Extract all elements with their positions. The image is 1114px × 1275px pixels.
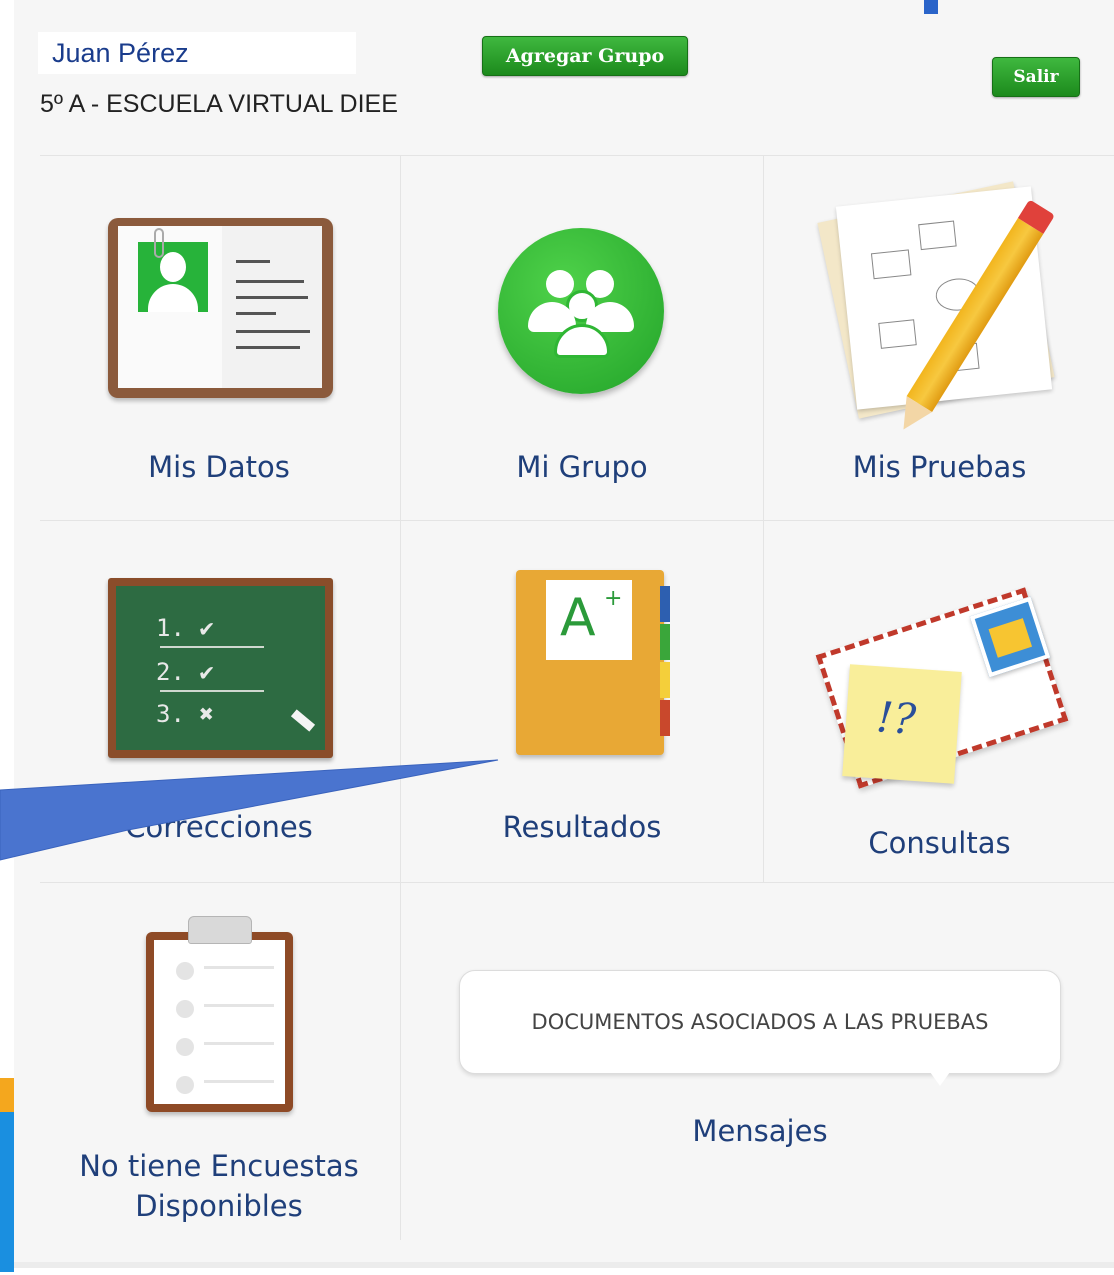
school-group-label: 5º A - ESCUELA VIRTUAL DIEE	[40, 90, 398, 118]
grade-letter: A	[560, 588, 596, 648]
board-line-1: 1. ✔	[156, 614, 214, 642]
add-group-button[interactable]: Agregar Grupo	[482, 36, 688, 76]
left-edge-strip	[0, 1112, 14, 1272]
grid-divider	[40, 882, 1114, 883]
grid-divider	[40, 520, 1114, 521]
grade-plus: +	[604, 586, 623, 611]
user-name: Juan Pérez	[38, 32, 356, 74]
clipboard-icon	[146, 916, 293, 1112]
tile-label: Correcciones	[125, 810, 313, 844]
grade-folder-icon: A +	[516, 570, 670, 755]
notebook-profile-icon	[108, 218, 333, 398]
group-people-icon	[498, 228, 664, 394]
tile-label: No tiene Encuestas Disponibles	[79, 1149, 359, 1223]
grid-divider	[763, 155, 764, 882]
exit-button[interactable]: Salir	[992, 57, 1080, 97]
board-line-3: 3. ✖	[156, 700, 214, 728]
left-edge-strip	[0, 1078, 14, 1114]
tile-label: Mis Datos	[148, 450, 290, 484]
note-text: !?	[874, 692, 918, 744]
chalkboard-checklist-icon: 1. ✔ 2. ✔ 3. ✖	[108, 578, 333, 758]
tile-label: Resultados	[502, 810, 662, 844]
grid-divider	[400, 155, 401, 1240]
tile-label: Mensajes	[692, 1114, 828, 1148]
tile-label: Consultas	[868, 826, 1011, 860]
speech-bubble-icon	[930, 1072, 950, 1086]
panel-bottom-border	[14, 1262, 1114, 1268]
documents-button[interactable]: DOCUMENTOS ASOCIADOS A LAS PRUEBAS	[459, 970, 1061, 1074]
top-edge-marker	[924, 0, 938, 14]
tile-label: Mis Pruebas	[852, 450, 1027, 484]
tile-mensajes[interactable]: Mensajes	[459, 1110, 1061, 1160]
grid-divider	[40, 155, 1114, 156]
board-line-2: 2. ✔	[156, 658, 214, 686]
tile-label: Mi Grupo	[516, 450, 648, 484]
